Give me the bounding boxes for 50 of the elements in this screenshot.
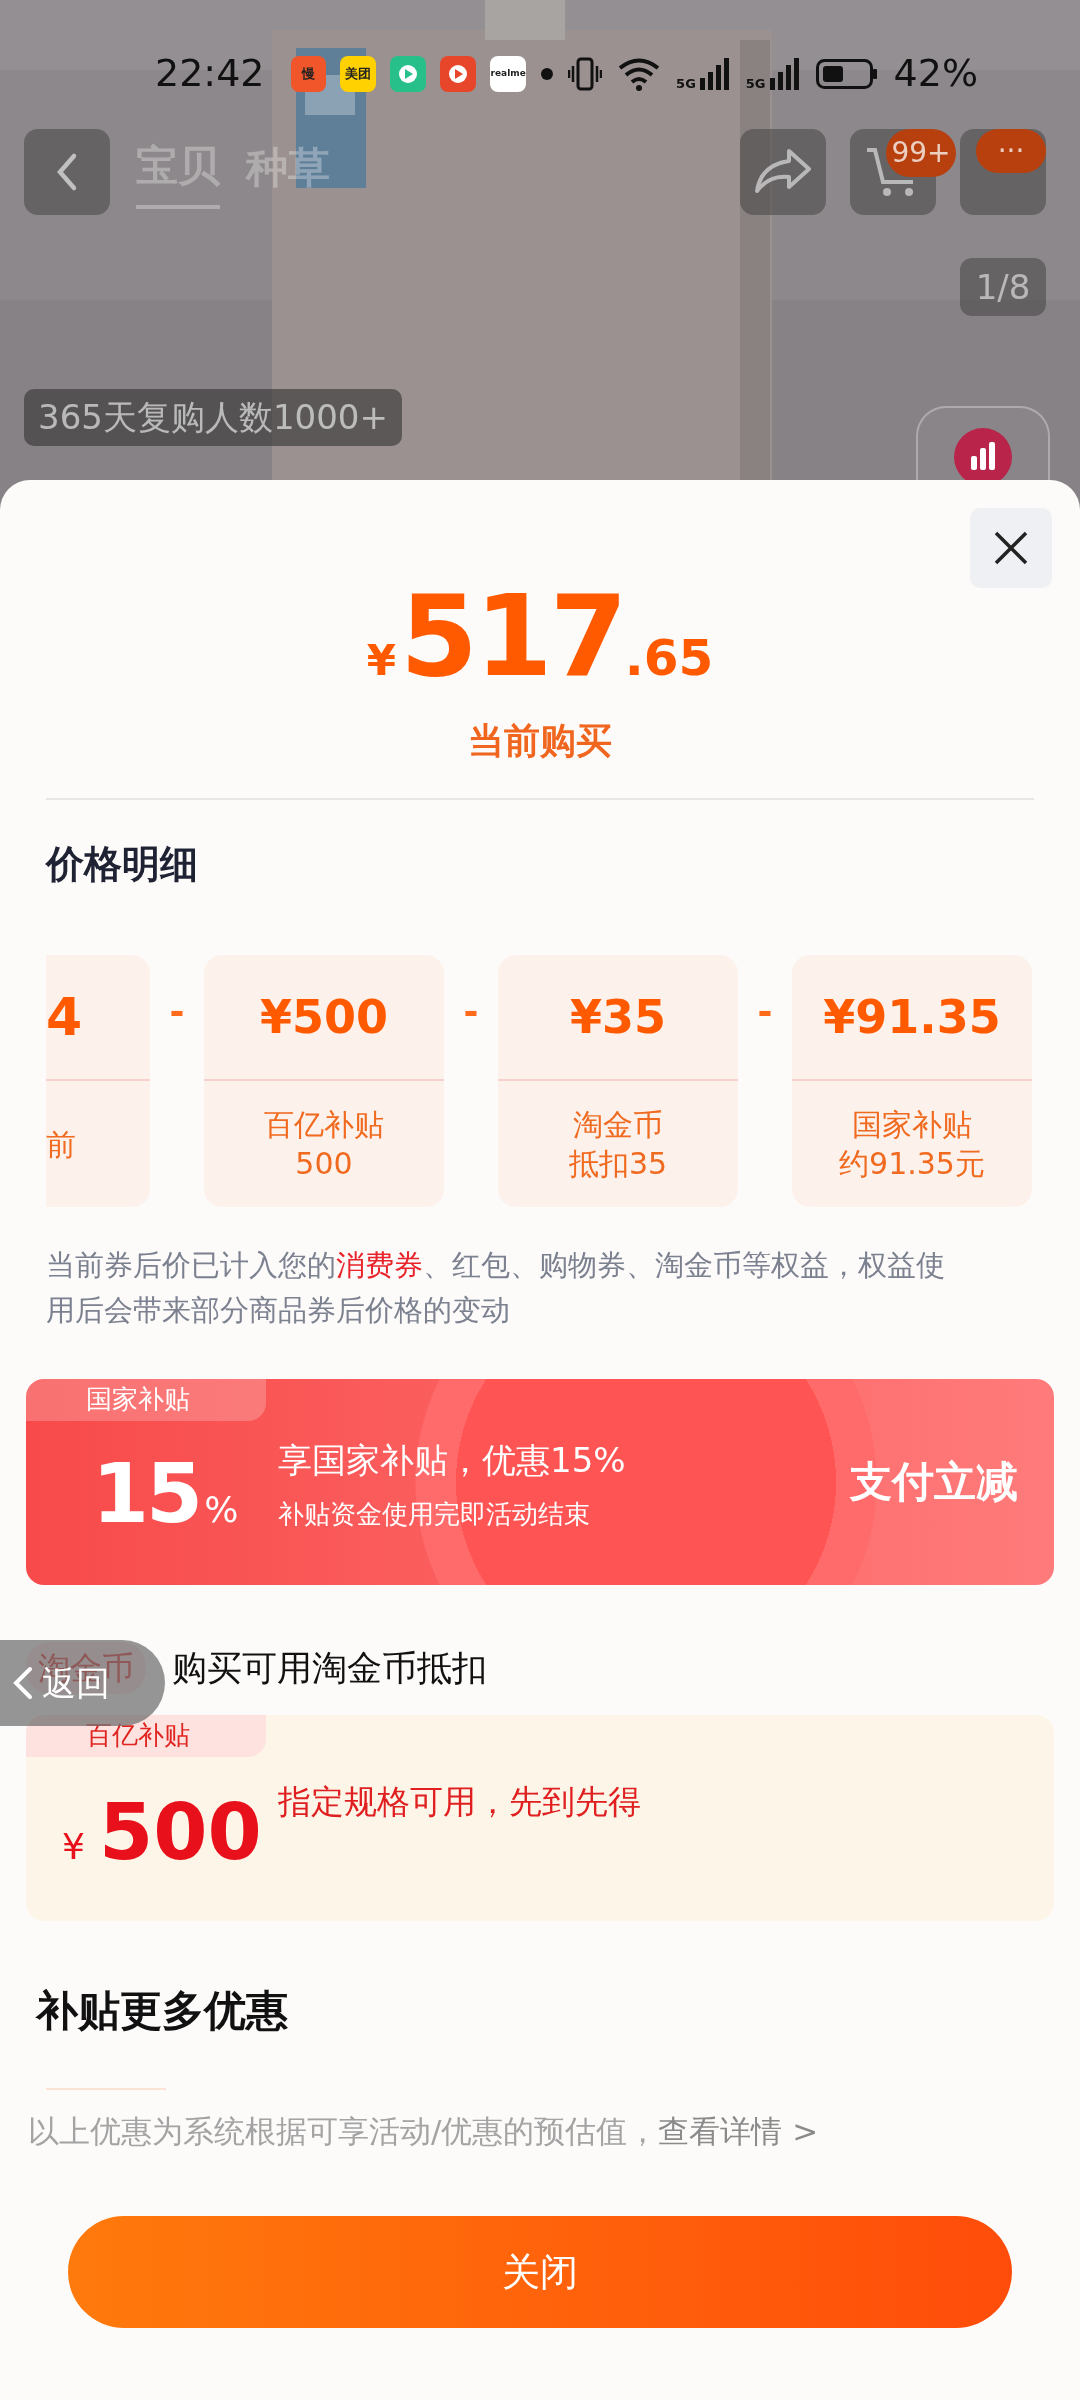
footnote-text: 以上优惠为系统根据可享活动/优惠的预估值，查看详情 > [28,2111,820,2151]
app-icon: realme [490,55,527,92]
item-label: 前 [46,1125,76,1164]
details-link[interactable]: 查看详情 > [658,2112,819,2149]
close-sheet-button[interactable]: 关闭 [68,2216,1012,2329]
price-caption: 当前购买 [468,719,612,763]
price-decimal: .65 [624,633,714,683]
section-title: 价格明细 [46,842,198,886]
repurchase-tag: 365天复购人数1000+ [24,389,402,446]
item-amount: 4 [46,986,83,1049]
discount-percent: 15 [92,1452,201,1535]
network-label: 5G [745,76,766,90]
item-amount: ¥500 [260,988,388,1046]
item-amount: ¥35 [570,988,666,1046]
note-text: 当前券后价已计入您的消费券、红包、购物券、淘金币等权益，权益使用后会带来部分商品券后价格的变动 [46,1247,946,1329]
currency-sign: ¥ [62,1824,85,1869]
card-tag: 国家补贴 [26,1378,266,1421]
percent-sign: % [204,1487,239,1532]
currency-sign: ¥ [366,640,396,682]
image-counter: 1/8 [960,258,1046,316]
item-label: 百亿补贴 500 [264,1106,384,1183]
close-button[interactable] [970,508,1052,588]
signal-icon [769,57,800,90]
back-button[interactable] [24,128,110,215]
subsidy-text: 指定规格可用，先到先得 [278,1780,641,1823]
item-label: 淘金币 抵扣35 [568,1106,668,1183]
minus-sign: - [757,991,773,1032]
status-time: 22:42 [155,50,265,97]
vibrate-icon [568,55,603,92]
chart-button[interactable] [916,406,1050,481]
battery-percent: 42% [893,50,978,97]
network-label: 5G [676,76,696,90]
close-icon [993,530,1029,566]
item-amount: ¥91.35 [823,988,1001,1046]
app-icon: 美团 [340,55,377,92]
section-title: 补贴更多优惠 [36,1985,288,2035]
subsidy-title: 享国家补贴，优惠15% [278,1439,626,1481]
share-button[interactable] [740,128,826,215]
item-label: 国家补贴 约91.35元 [839,1106,985,1183]
minus-sign: - [169,991,185,1032]
dot-icon [540,66,555,81]
battery-icon [815,58,878,89]
subsidy-amount: 500 [98,1792,262,1871]
pay-discount-button[interactable]: 支付立减 [844,1449,1024,1515]
signal-icon [699,57,730,90]
coin-text: 购买可用淘金币抵扣 [172,1646,487,1690]
price-integer: 517 [399,580,625,692]
subsidy-subtitle: 补贴资金使用完即活动结束 [278,1497,591,1531]
minus-sign: - [463,991,479,1032]
wifi-icon [618,56,661,91]
